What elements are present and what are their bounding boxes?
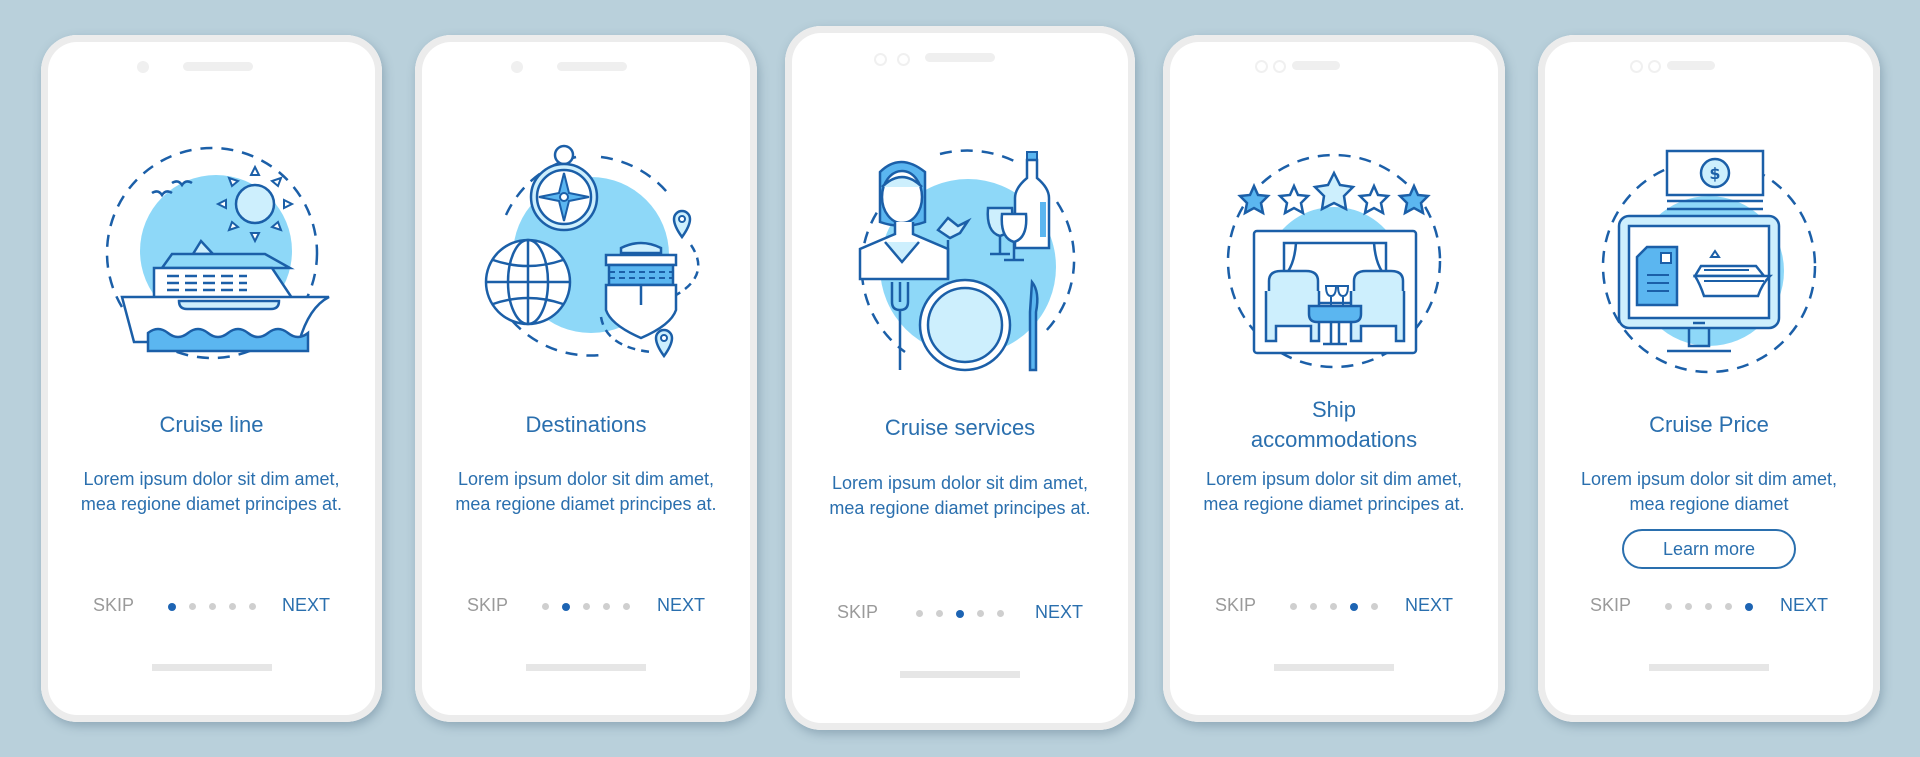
screen-description: Lorem ipsum dolor sit dim amet, mea regi… — [1203, 469, 1465, 514]
next-button[interactable]: NEXT — [1780, 595, 1828, 616]
page-dot-1[interactable] — [542, 603, 549, 610]
onboarding-nav: SKIP NEXT — [49, 595, 374, 619]
speaker-grille — [1292, 61, 1340, 70]
onboarding-screen-destinations: Destinations Lorem ipsum dolor sit dim a… — [415, 35, 757, 722]
skip-button[interactable]: SKIP — [93, 595, 134, 616]
ship-accommodations-icon — [1226, 153, 1442, 369]
home-indicator — [526, 664, 646, 671]
cruise-price-icon: $ — [1601, 149, 1817, 374]
onboarding-nav: SKIP NEXT — [1171, 595, 1497, 619]
onboarding-screen-cruise-services: Cruise services Lorem ipsum dolor sit di… — [785, 26, 1135, 730]
page-dot-5[interactable] — [997, 610, 1004, 617]
page-dot-2[interactable] — [562, 602, 570, 611]
cruise-ship-icon — [105, 146, 330, 360]
page-dot-5[interactable] — [248, 603, 256, 610]
home-indicator — [151, 664, 272, 671]
onboarding-nav: SKIP NEXT — [1546, 595, 1872, 619]
page-dot-5[interactable] — [623, 603, 630, 610]
speaker-grille — [1667, 61, 1715, 70]
screen-surface: Cruise services Lorem ipsum dolor sit di… — [793, 34, 1127, 720]
page-dot-4[interactable] — [228, 603, 236, 610]
destinations-icon — [484, 144, 700, 359]
screen-description: Lorem ipsum dolor sit dim amet, mea regi… — [829, 473, 1091, 518]
svg-text:$: $ — [1709, 164, 1720, 183]
screen-surface: Cruise line Lorem ipsum dolor sit dim am… — [49, 43, 374, 712]
page-dot-2[interactable] — [1685, 603, 1692, 610]
onboarding-nav: SKIP NEXT — [793, 602, 1127, 626]
page-dot-3[interactable] — [1330, 603, 1337, 610]
screen-title: Cruise services — [884, 415, 1036, 440]
page-indicator — [167, 602, 256, 611]
onboarding-screen-ship-accommodations: Ship accommodations Lorem ipsum dolor si… — [1163, 35, 1505, 722]
page-dot-2[interactable] — [188, 603, 196, 610]
cruise-services-icon — [858, 149, 1076, 372]
page-dot-1[interactable] — [916, 610, 923, 617]
page-indicator — [542, 602, 630, 611]
page-dot-5[interactable] — [1745, 602, 1753, 611]
page-dot-3[interactable] — [956, 609, 964, 618]
front-camera — [137, 61, 149, 73]
sensor — [1648, 60, 1661, 73]
learn-more-button[interactable]: Learn more — [1622, 529, 1796, 569]
speaker-grille — [183, 62, 253, 71]
screen-surface: $ Cruise Price Lorem ipsum dolor sit dim… — [1546, 43, 1872, 712]
front-camera — [1255, 60, 1268, 73]
next-button[interactable]: NEXT — [657, 595, 705, 616]
page-dot-4[interactable] — [1725, 603, 1732, 610]
page-indicator — [916, 609, 1004, 618]
next-button[interactable]: NEXT — [1035, 602, 1083, 623]
page-dot-5[interactable] — [1371, 603, 1378, 610]
speaker-grille — [925, 53, 995, 62]
home-indicator — [900, 671, 1020, 678]
skip-button[interactable]: SKIP — [837, 602, 878, 623]
sensor — [1273, 60, 1286, 73]
skip-button[interactable]: SKIP — [1590, 595, 1631, 616]
page-dot-3[interactable] — [1705, 603, 1712, 610]
page-dot-4[interactable] — [603, 603, 610, 610]
screen-surface: Ship accommodations Lorem ipsum dolor si… — [1171, 43, 1497, 712]
page-dot-1[interactable] — [1665, 603, 1672, 610]
page-dot-3[interactable] — [208, 603, 216, 610]
screen-description: Lorem ipsum dolor sit dim amet, mea regi… — [1580, 469, 1838, 514]
sensor — [897, 53, 910, 66]
page-dot-3[interactable] — [583, 603, 590, 610]
onboarding-screen-cruise-price: $ Cruise Price Lorem ipsum dolor sit dim… — [1538, 35, 1880, 722]
page-dot-4[interactable] — [977, 610, 984, 617]
front-camera — [1630, 60, 1643, 73]
screen-description: Lorem ipsum dolor sit dim amet, mea regi… — [80, 469, 343, 514]
screen-title: Cruise Price — [1649, 412, 1769, 437]
front-camera — [874, 53, 887, 66]
home-indicator — [1649, 664, 1769, 671]
page-dot-2[interactable] — [1310, 603, 1317, 610]
page-dot-1[interactable] — [167, 602, 176, 611]
screen-surface: Destinations Lorem ipsum dolor sit dim a… — [423, 43, 749, 712]
page-dot-4[interactable] — [1350, 602, 1358, 611]
speaker-grille — [557, 62, 627, 71]
page-indicator — [1290, 602, 1378, 611]
skip-button[interactable]: SKIP — [467, 595, 508, 616]
screen-title: Cruise line — [159, 412, 264, 437]
screen-description: Lorem ipsum dolor sit dim amet, mea regi… — [455, 469, 717, 514]
front-camera — [511, 61, 523, 73]
home-indicator — [1274, 664, 1394, 671]
next-button[interactable]: NEXT — [1405, 595, 1453, 616]
skip-button[interactable]: SKIP — [1215, 595, 1256, 616]
onboarding-nav: SKIP NEXT — [423, 595, 749, 619]
next-button[interactable]: NEXT — [282, 595, 330, 616]
page-dot-2[interactable] — [936, 610, 943, 617]
screen-title: Destinations — [525, 412, 647, 437]
screen-title: Ship accommodations — [1250, 397, 1418, 452]
page-indicator — [1665, 602, 1753, 611]
page-dot-1[interactable] — [1290, 603, 1297, 610]
onboarding-screen-cruise-line: Cruise line Lorem ipsum dolor sit dim am… — [41, 35, 382, 722]
